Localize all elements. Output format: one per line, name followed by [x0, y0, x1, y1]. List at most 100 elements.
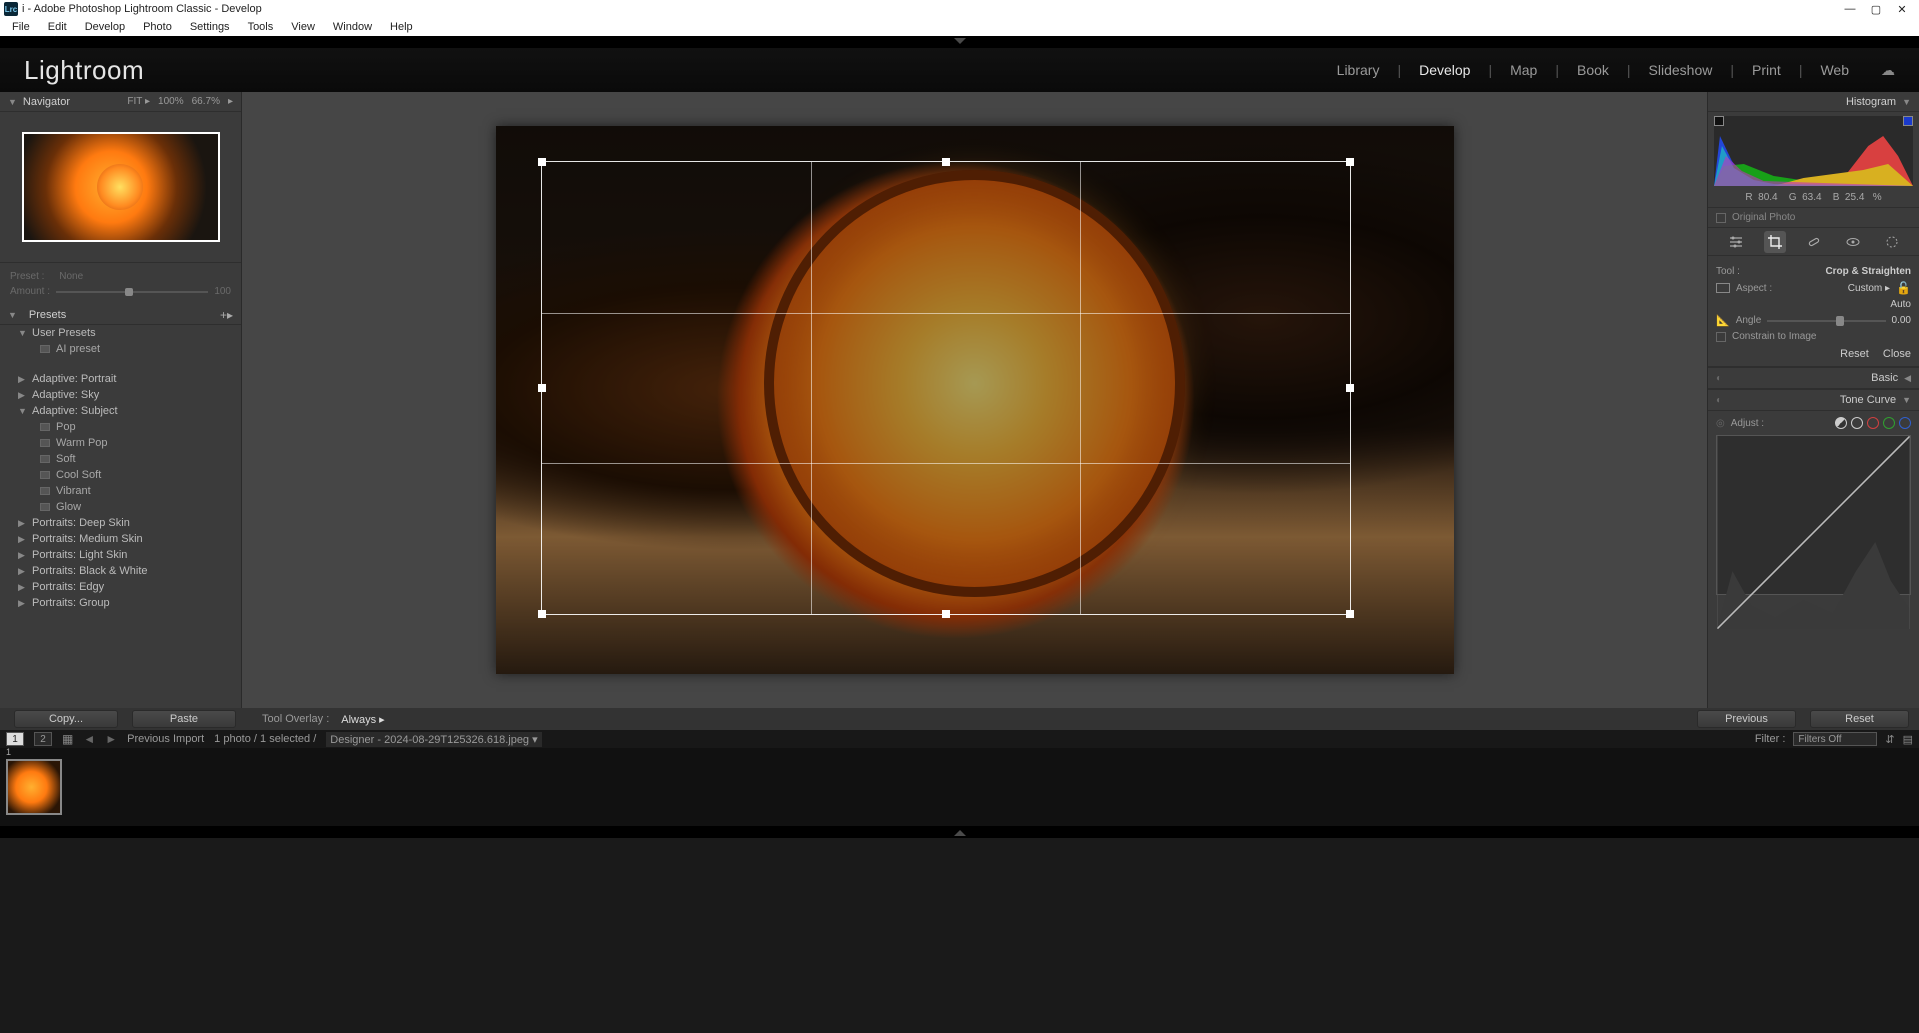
crop-handle-tr[interactable] — [1346, 158, 1354, 166]
preset-group[interactable]: ▶Portraits: Black & White — [0, 563, 241, 579]
presets-header[interactable]: ▼Presets +▸ — [0, 305, 241, 325]
curve-channel-blue-icon[interactable] — [1899, 417, 1911, 429]
tone-curve-chart[interactable] — [1716, 435, 1911, 595]
close-window-button[interactable]: ✕ — [1889, 3, 1915, 16]
crop-close-button[interactable]: Close — [1883, 348, 1911, 360]
menu-help[interactable]: Help — [382, 21, 421, 33]
aspect-dropdown[interactable]: Custom ▸ — [1848, 283, 1890, 294]
menu-window[interactable]: Window — [325, 21, 380, 33]
tool-overlay-dropdown[interactable]: Always ▸ — [341, 713, 384, 726]
filename-label[interactable]: Designer - 2024-08-29T125326.618.jpeg ▾ — [326, 732, 541, 747]
preset-item[interactable]: Cool Soft — [0, 467, 241, 483]
module-develop[interactable]: Develop — [1415, 62, 1474, 78]
auto-straighten-button[interactable]: Auto — [1890, 299, 1911, 310]
filmstrip-thumbnail[interactable]: 1 — [6, 759, 62, 815]
curve-channel-red-icon[interactable] — [1867, 417, 1879, 429]
checkbox-icon[interactable] — [1716, 213, 1726, 223]
preset-group[interactable]: ▶Adaptive: Sky — [0, 387, 241, 403]
crop-handle-tl[interactable] — [538, 158, 546, 166]
crop-handle-bl[interactable] — [538, 610, 546, 618]
filter-dropdown[interactable]: Filters Off — [1793, 732, 1877, 746]
preset-group[interactable]: ▼Adaptive: Subject — [0, 403, 241, 419]
preset-group[interactable]: ▶Portraits: Light Skin — [0, 547, 241, 563]
reset-button[interactable]: Reset — [1810, 710, 1909, 728]
curve-channel-green-icon[interactable] — [1883, 417, 1895, 429]
crop-reset-button[interactable]: Reset — [1840, 348, 1869, 360]
preset-group[interactable]: ▶Portraits: Medium Skin — [0, 531, 241, 547]
constrain-checkbox[interactable] — [1716, 332, 1726, 342]
filter-lock-icon[interactable]: ⇵ — [1885, 733, 1894, 746]
preset-item[interactable]: Warm Pop — [0, 435, 241, 451]
preset-group[interactable]: ▶Adaptive: Portrait — [0, 371, 241, 387]
crop-handle-t[interactable] — [942, 158, 950, 166]
original-photo-toggle[interactable]: Original Photo — [1708, 207, 1919, 228]
top-panel-collapse[interactable] — [0, 36, 1919, 48]
module-library[interactable]: Library — [1333, 62, 1384, 78]
preset-item[interactable]: Pop — [0, 419, 241, 435]
curve-channel-point-icon[interactable] — [1851, 417, 1863, 429]
mask-tool-icon[interactable] — [1881, 231, 1903, 253]
filter-switch-icon[interactable]: ▤ — [1903, 733, 1913, 746]
nav-fwd-icon[interactable]: ► — [105, 732, 117, 746]
preset-item[interactable]: AI preset — [0, 341, 241, 357]
crop-handle-br[interactable] — [1346, 610, 1354, 618]
tonecurve-header[interactable]: ◐ Tone Curve ▼ — [1708, 389, 1919, 411]
zoom-667[interactable]: 66.7% — [192, 96, 220, 107]
zoom-step-icon[interactable]: ▸ — [228, 96, 233, 107]
menu-edit[interactable]: Edit — [40, 21, 75, 33]
menu-tools[interactable]: Tools — [240, 21, 282, 33]
module-map[interactable]: Map — [1506, 62, 1541, 78]
module-slideshow[interactable]: Slideshow — [1645, 62, 1717, 78]
preset-item[interactable]: Vibrant — [0, 483, 241, 499]
copy-settings-button[interactable]: Copy... — [14, 710, 118, 728]
curve-channel-parametric-icon[interactable] — [1835, 417, 1847, 429]
module-book[interactable]: Book — [1573, 62, 1613, 78]
crop-handle-r[interactable] — [1346, 384, 1354, 392]
target-adjust-icon[interactable]: ◎ — [1716, 418, 1725, 429]
monitor-2-button[interactable]: 2 — [34, 732, 52, 746]
menu-develop[interactable]: Develop — [77, 21, 133, 33]
preset-group[interactable]: ▶Portraits: Deep Skin — [0, 515, 241, 531]
heal-tool-icon[interactable] — [1803, 231, 1825, 253]
redeye-tool-icon[interactable] — [1842, 231, 1864, 253]
zoom-100[interactable]: 100% — [158, 96, 184, 107]
maximize-button[interactable]: ▢ — [1863, 3, 1889, 16]
menu-photo[interactable]: Photo — [135, 21, 180, 33]
histogram-header[interactable]: Histogram ▼ — [1708, 92, 1919, 112]
monitor-1-button[interactable]: 1 — [6, 732, 24, 746]
crop-tool-icon[interactable] — [1764, 231, 1786, 253]
preset-group[interactable]: ▶Portraits: Edgy — [0, 579, 241, 595]
zoom-fit[interactable]: FIT ▸ — [127, 96, 150, 107]
navigator-thumbnail[interactable] — [22, 132, 220, 242]
previous-button[interactable]: Previous — [1697, 710, 1796, 728]
angle-ruler-icon[interactable]: 📐 — [1716, 314, 1730, 327]
navigator-header[interactable]: ▼ Navigator FIT ▸ 100% 66.7% ▸ — [0, 92, 241, 112]
crop-rectangle[interactable] — [542, 162, 1350, 614]
menu-view[interactable]: View — [283, 21, 323, 33]
lock-aspect-icon[interactable]: 🔓 — [1896, 281, 1911, 295]
add-preset-button[interactable]: +▸ — [220, 308, 233, 322]
module-print[interactable]: Print — [1748, 62, 1785, 78]
source-label[interactable]: Previous Import — [127, 733, 204, 745]
nav-back-icon[interactable]: ◄ — [83, 732, 95, 746]
crop-handle-l[interactable] — [538, 384, 546, 392]
minimize-button[interactable]: — — [1837, 3, 1863, 15]
paste-settings-button[interactable]: Paste — [132, 710, 236, 728]
menu-file[interactable]: File — [4, 21, 38, 33]
eye-icon[interactable]: ◐ — [1716, 373, 1722, 384]
grid-view-icon[interactable]: ▦ — [62, 732, 73, 746]
aspect-icon[interactable] — [1716, 283, 1730, 293]
eye-icon[interactable]: ◐ — [1716, 395, 1722, 406]
preset-group[interactable]: ▼User Presets — [0, 325, 241, 341]
shadow-clip-indicator[interactable] — [1714, 116, 1724, 126]
amount-slider[interactable] — [56, 291, 208, 293]
highlight-clip-indicator[interactable] — [1903, 116, 1913, 126]
module-web[interactable]: Web — [1816, 62, 1853, 78]
edit-sliders-tool-icon[interactable] — [1725, 231, 1747, 253]
basic-header[interactable]: ◐ Basic ◀ — [1708, 367, 1919, 389]
filmstrip[interactable]: 1 — [0, 748, 1919, 826]
crop-handle-b[interactable] — [942, 610, 950, 618]
preset-item[interactable]: Glow — [0, 499, 241, 515]
preset-item[interactable]: Soft — [0, 451, 241, 467]
preset-group[interactable]: ▶Portraits: Group — [0, 595, 241, 611]
